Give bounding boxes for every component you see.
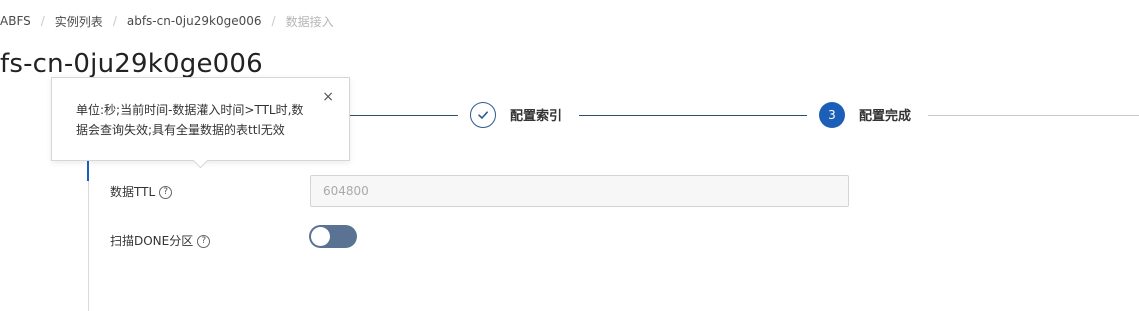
step-connector xyxy=(579,115,807,116)
tooltip-text: 单位:秒;当前时间-数据灌入时间>TTL时,数据会查询失效;具有全量数据的表tt… xyxy=(76,103,304,137)
scan-done-label-text: 扫描DONE分区 xyxy=(110,234,194,248)
ttl-label-text: 数据TTL xyxy=(110,185,156,199)
breadcrumb-item-data-ingest: 数据接入 xyxy=(285,14,334,29)
scan-done-label: 扫描DONE分区 ? xyxy=(110,233,211,249)
step-connector xyxy=(928,115,1139,116)
breadcrumb: ABFS / 实例列表 / abfs-cn-0ju29k0ge006 / 数据接… xyxy=(0,12,334,30)
step-connector xyxy=(350,115,458,116)
breadcrumb-separator: / xyxy=(112,14,117,28)
help-icon[interactable]: ? xyxy=(159,185,173,199)
scan-done-toggle[interactable] xyxy=(309,225,357,248)
step-2-circle xyxy=(470,102,496,128)
step-3-label: 配置完成 xyxy=(859,109,912,124)
tooltip-arrow xyxy=(192,152,209,169)
help-icon[interactable]: ? xyxy=(197,234,211,248)
check-icon xyxy=(478,111,488,119)
help-tooltip: 单位:秒;当前时间-数据灌入时间>TTL时,数据会查询失效;具有全量数据的表tt… xyxy=(51,77,350,169)
ttl-input[interactable] xyxy=(310,175,849,207)
close-icon[interactable]: × xyxy=(322,90,334,104)
page: ABFS / 实例列表 / abfs-cn-0ju29k0ge006 / 数据接… xyxy=(0,0,1139,311)
breadcrumb-item-instance[interactable]: abfs-cn-0ju29k0ge006 xyxy=(127,14,262,28)
toggle-knob xyxy=(311,227,330,246)
breadcrumb-separator: / xyxy=(271,14,276,28)
breadcrumb-separator: / xyxy=(40,14,45,28)
breadcrumb-item-abfs[interactable]: ABFS xyxy=(0,14,31,28)
step-3-circle: 3 xyxy=(819,102,845,128)
ttl-label: 数据TTL ? xyxy=(110,184,173,200)
breadcrumb-item-instance-list[interactable]: 实例列表 xyxy=(55,13,103,30)
step-2-label: 配置索引 xyxy=(510,109,563,124)
